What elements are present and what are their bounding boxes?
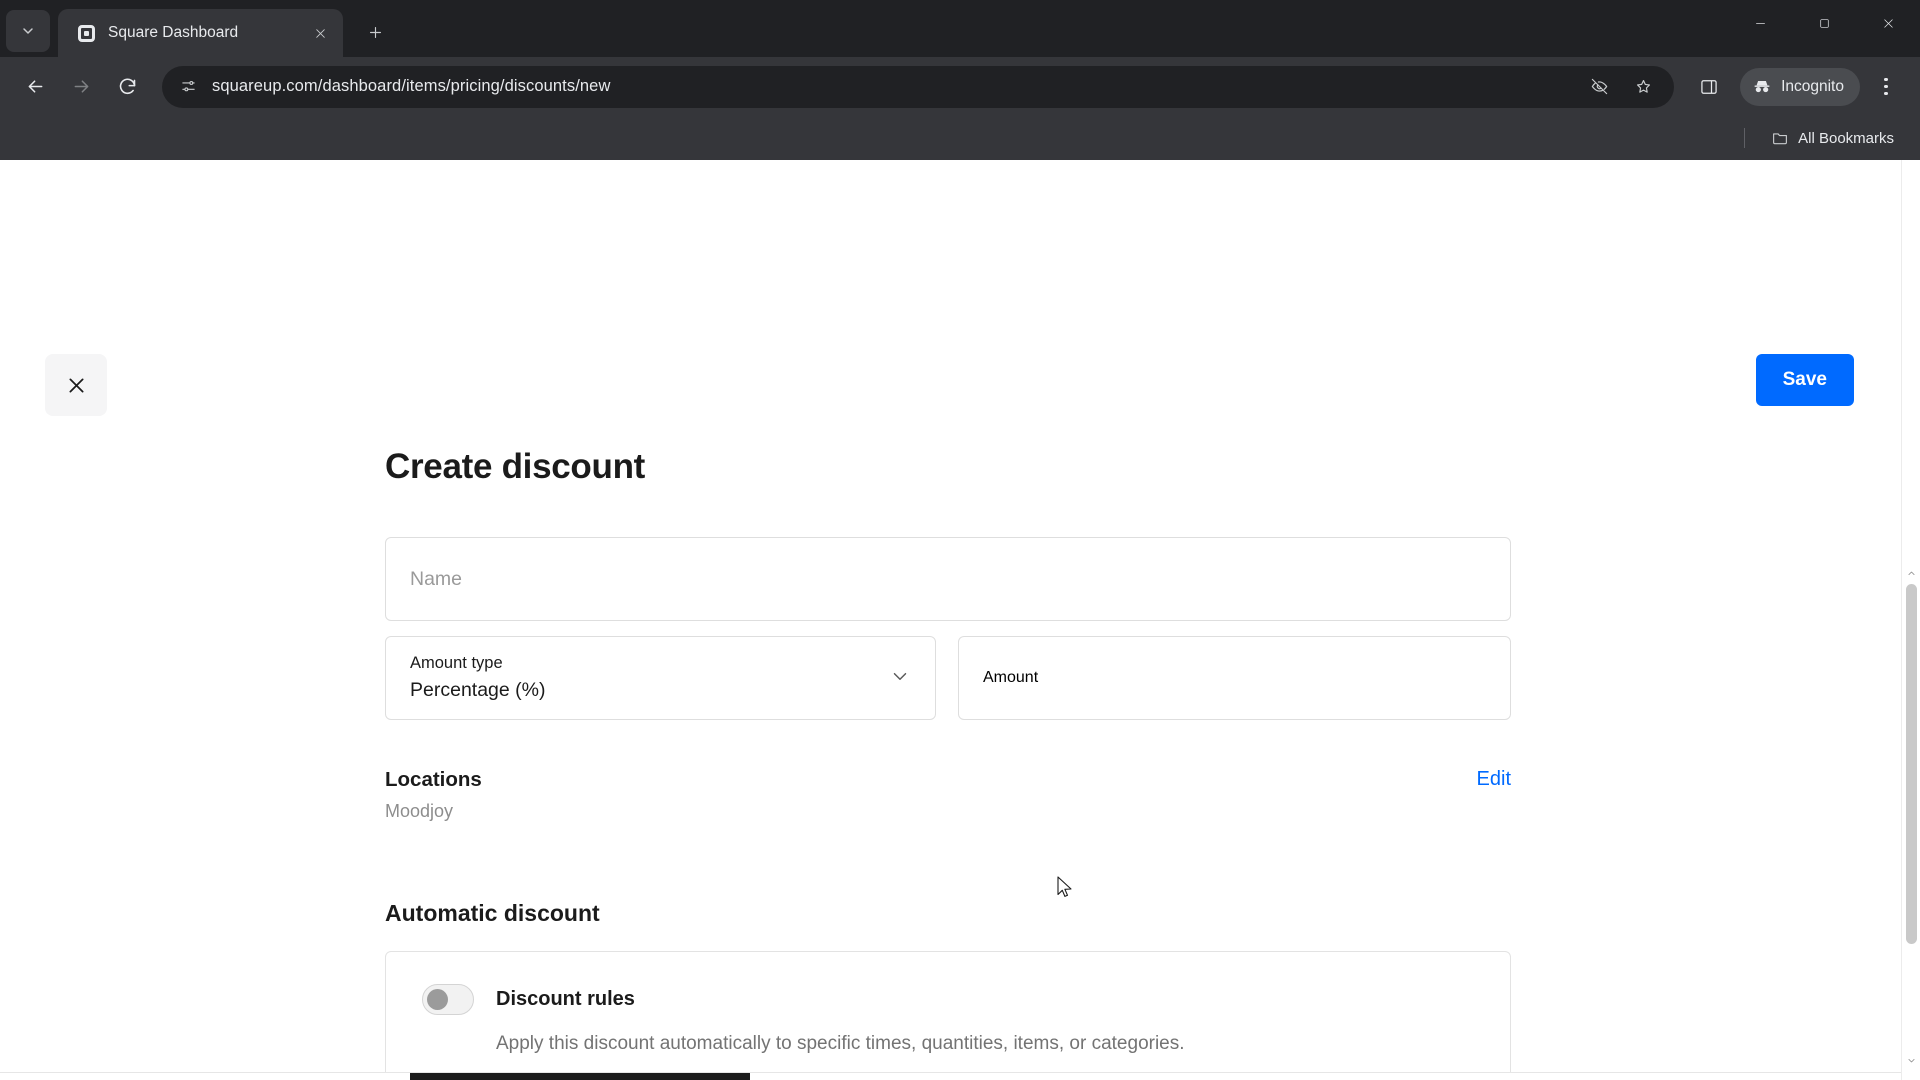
square-logo-icon [76, 23, 96, 43]
divider [1744, 128, 1746, 148]
incognito-icon [1754, 80, 1770, 92]
star-icon [1636, 79, 1650, 93]
chevron-down-icon [23, 28, 33, 34]
amount-row: Amount type Percentage (%) Amount [385, 636, 1511, 720]
all-bookmarks-label: All Bookmarks [1798, 129, 1894, 147]
tab-search-button[interactable] [6, 10, 50, 52]
locations-title: Locations [385, 768, 482, 791]
bookmarks-bar: All Bookmarks [0, 116, 1920, 160]
bottom-accent-bar [410, 1073, 750, 1080]
minimize-icon [1755, 22, 1765, 24]
plus-icon [369, 26, 381, 38]
name-input-placeholder: Name [410, 567, 463, 590]
arrow-right-icon [74, 80, 88, 93]
page-bottom-bar [0, 1072, 1901, 1080]
page-scrollbar[interactable] [1901, 160, 1920, 1080]
tab-close-button[interactable] [307, 20, 333, 46]
back-button[interactable] [14, 66, 56, 108]
automatic-discount-title: Automatic discount [385, 900, 600, 926]
chevron-down-icon [1908, 1059, 1914, 1063]
maximize-button[interactable] [1792, 0, 1856, 46]
square-create-discount-page: Save Create discount Name Amount type Pe… [0, 160, 1901, 1080]
kebab-menu-icon [1884, 77, 1888, 82]
amount-input[interactable]: Amount [958, 636, 1511, 720]
reload-icon [119, 78, 135, 95]
discount-rules-label: Discount rules [496, 988, 635, 1010]
chevron-up-icon [1908, 571, 1914, 575]
side-panel-icon [1701, 79, 1717, 94]
page-title: Create discount [385, 447, 645, 486]
window-controls [1728, 0, 1920, 46]
forward-button[interactable] [60, 66, 102, 108]
discount-form: Create discount Name Amount type Percent… [385, 447, 1511, 1080]
locations-value: Moodjoy [385, 801, 454, 821]
eye-off-icon [1591, 78, 1607, 95]
browser-toolbar: squareup.com/dashboard/items/pricing/dis… [0, 57, 1920, 116]
browser-menu-button[interactable] [1866, 66, 1906, 108]
discount-rules-toggle[interactable] [422, 984, 474, 1015]
close-icon [315, 28, 325, 38]
toggle-knob [427, 989, 448, 1010]
minimize-button[interactable] [1728, 0, 1792, 46]
scrollbar-thumb[interactable] [1906, 584, 1917, 944]
browser-window: Square Dashboard squareup.com/dashboard/… [0, 0, 1920, 1080]
close-icon [69, 378, 83, 392]
tab-strip: Square Dashboard [0, 0, 1920, 57]
close-modal-button[interactable] [45, 354, 107, 416]
url-text: squareup.com/dashboard/items/pricing/dis… [212, 77, 611, 95]
discount-rules-card: Discount rules Apply this discount autom… [385, 951, 1511, 1080]
chevron-down-icon [889, 665, 911, 692]
arrow-left-icon [28, 80, 42, 93]
side-panel-button[interactable] [1688, 66, 1730, 108]
save-button[interactable]: Save [1755, 354, 1854, 406]
tune-settings-icon[interactable] [178, 77, 198, 97]
maximize-icon [1819, 18, 1829, 28]
bookmark-button[interactable] [1628, 72, 1658, 102]
discount-rules-description: Apply this discount automatically to spe… [496, 1033, 1185, 1054]
browser-tab[interactable]: Square Dashboard [58, 9, 343, 57]
locations-section: Locations Moodjoy Edit [385, 768, 1511, 822]
folder-icon [1773, 133, 1788, 145]
page-viewport: Save Create discount Name Amount type Pe… [0, 160, 1920, 1080]
site-info-icon [181, 81, 195, 92]
tracking-protection-button[interactable] [1584, 72, 1614, 102]
amount-input-placeholder: Amount [983, 669, 1039, 686]
incognito-label: Incognito [1781, 77, 1844, 95]
tab-title: Square Dashboard [108, 24, 239, 41]
amount-type-select[interactable]: Amount type Percentage (%) [385, 636, 936, 720]
name-input[interactable]: Name [385, 537, 1511, 621]
window-close-button[interactable] [1856, 0, 1920, 46]
all-bookmarks-button[interactable]: All Bookmarks [1763, 123, 1902, 153]
amount-type-label: Amount type [410, 654, 503, 672]
address-bar[interactable]: squareup.com/dashboard/items/pricing/dis… [162, 65, 1675, 108]
reload-button[interactable] [106, 66, 148, 108]
amount-type-value: Percentage (%) [410, 679, 546, 701]
locations-edit-link[interactable]: Edit [1477, 768, 1511, 791]
incognito-indicator[interactable]: Incognito [1740, 67, 1860, 106]
scroll-up-button[interactable] [1902, 564, 1920, 583]
new-tab-button[interactable] [355, 12, 395, 52]
discount-rules-header: Discount rules [422, 984, 1478, 1015]
close-icon [1883, 18, 1893, 28]
scroll-down-button[interactable] [1902, 1051, 1920, 1070]
